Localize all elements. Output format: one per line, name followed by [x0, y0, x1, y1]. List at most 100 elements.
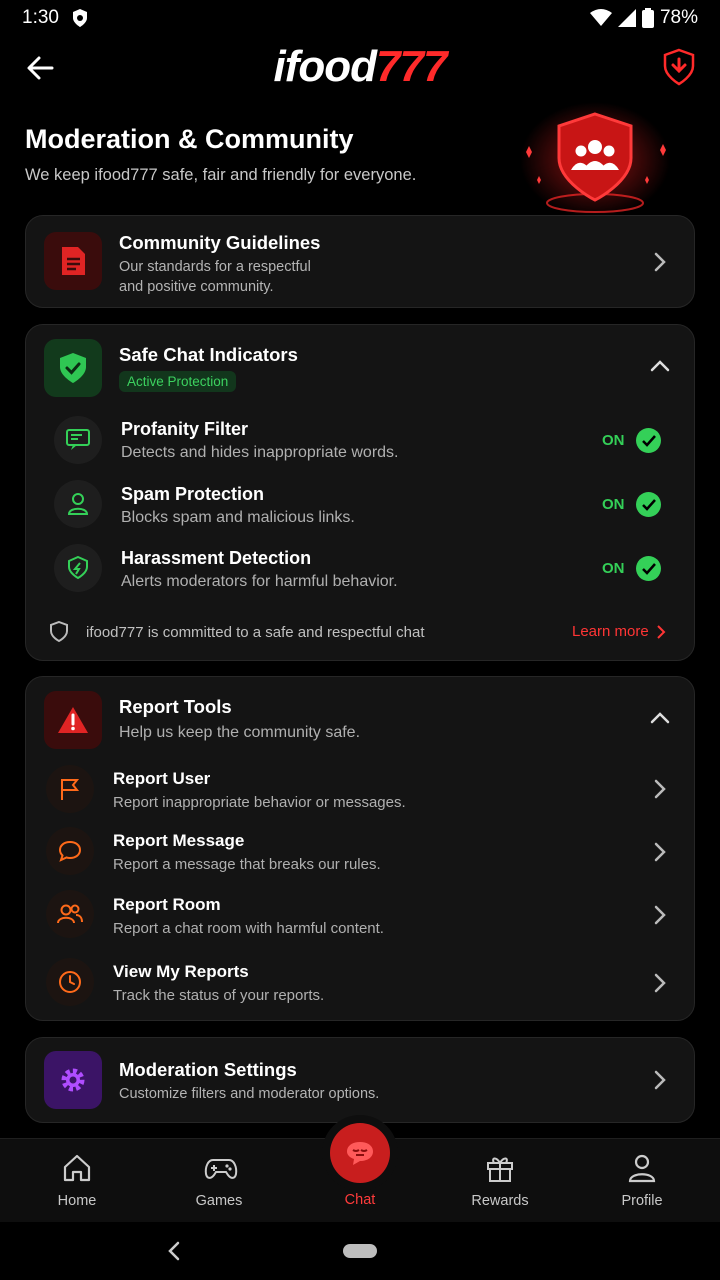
chevron-right-icon — [654, 779, 666, 799]
shield-bolt-icon — [68, 556, 88, 580]
learn-more-link[interactable]: Learn more — [572, 623, 667, 640]
chevron-right-icon — [654, 905, 666, 925]
report-item-title: Report User — [113, 769, 211, 788]
nav-home[interactable]: Home — [22, 1139, 132, 1223]
message-icon-wrap — [46, 827, 94, 875]
safe-chat-card: Safe Chat Indicators Active Protection P… — [25, 324, 695, 661]
safe-chat-icon-box — [44, 339, 102, 397]
moderation-settings-desc: Customize filters and moderator options. — [119, 1086, 380, 1102]
nav-profile[interactable]: Profile — [587, 1139, 697, 1223]
guidelines-desc-line1: Our standards for a respectful — [119, 259, 311, 275]
safe-item-desc: Detects and hides inappropriate words. — [121, 444, 399, 461]
clock-icon — [59, 971, 81, 993]
chevron-right-icon — [654, 973, 666, 993]
flag-icon-wrap — [46, 765, 94, 813]
user-icon — [67, 493, 89, 515]
guidelines-title: Community Guidelines — [119, 232, 321, 253]
community-guidelines-card[interactable]: Community Guidelines Our standards for a… — [25, 215, 695, 308]
chat-bubble-icon — [347, 1142, 373, 1165]
profanity-icon-wrap — [54, 416, 102, 464]
report-item-desc: Report a chat room with harmful content. — [113, 920, 384, 937]
battery-icon — [641, 8, 654, 28]
safe-item-title: Profanity Filter — [121, 419, 249, 439]
spam-icon-wrap — [54, 480, 102, 528]
nav-games-label: Games — [195, 1193, 243, 1209]
report-item-desc: Report inappropriate behavior or message… — [113, 794, 406, 811]
system-back-icon[interactable] — [165, 1240, 183, 1262]
users-icon-wrap — [46, 890, 94, 938]
chevron-right-icon — [654, 252, 666, 272]
nav-home-label: Home — [57, 1193, 97, 1209]
nav-rewards[interactable]: Rewards — [445, 1139, 555, 1223]
page-title: Moderation & Community — [25, 124, 354, 154]
app-logo: ifood777 — [273, 42, 448, 91]
safe-item-title: Spam Protection — [121, 484, 265, 504]
chat-filter-icon — [66, 429, 90, 450]
chevron-right-icon — [654, 1070, 666, 1090]
document-icon — [62, 247, 85, 275]
safe-item-status: ON — [602, 496, 625, 513]
report-tools-subtitle: Help us keep the community safe. — [119, 724, 361, 741]
profile-icon — [628, 1154, 656, 1183]
shield-check-icon — [60, 353, 86, 383]
moderation-settings-card[interactable]: Moderation Settings Customize filters an… — [25, 1037, 695, 1123]
report-item-desc: Track the status of your reports. — [113, 987, 325, 1004]
system-nav-bar — [0, 1222, 720, 1280]
check-circle-icon — [636, 556, 661, 581]
users-icon — [57, 904, 83, 924]
status-time: 1:30 — [22, 7, 59, 28]
harassment-icon-wrap — [54, 544, 102, 592]
home-icon — [63, 1154, 91, 1182]
report-item-title: View My Reports — [113, 962, 249, 981]
nav-chat-label[interactable]: Chat — [305, 1192, 415, 1208]
battery-percent: 78% — [659, 7, 698, 28]
nav-profile-label: Profile — [621, 1193, 663, 1209]
report-user-row[interactable]: Report User Report inappropriate behavio… — [26, 757, 696, 819]
gamepad-icon — [204, 1159, 238, 1179]
active-protection-badge: Active Protection — [119, 371, 237, 392]
check-circle-icon — [636, 428, 661, 453]
settings-icon-box — [44, 1051, 102, 1109]
report-room-row[interactable]: Report Room Report a chat room with harm… — [26, 883, 696, 945]
report-icon-box — [44, 691, 102, 749]
home-pill[interactable] — [343, 1244, 377, 1258]
guidelines-desc-line2: and positive community. — [119, 279, 274, 295]
guidelines-icon-box — [44, 232, 102, 290]
report-tools-title: Report Tools — [119, 696, 232, 717]
chevron-right-icon — [654, 842, 666, 862]
nav-rewards-label: Rewards — [471, 1193, 529, 1209]
nav-chat-button[interactable] — [330, 1123, 390, 1183]
safe-item-desc: Alerts moderators for harmful behavior. — [121, 573, 398, 590]
chevron-up-icon[interactable] — [650, 356, 670, 376]
message-bubble-icon — [58, 840, 82, 862]
nav-games[interactable]: Games — [164, 1139, 274, 1223]
report-item-title: Report Message — [113, 831, 245, 850]
check-circle-icon — [636, 492, 661, 517]
clock-icon-wrap — [46, 958, 94, 1006]
page-subtitle: We keep ifood777 safe, fair and friendly… — [25, 166, 417, 184]
community-shield-icon — [520, 102, 670, 218]
signal-icon — [617, 9, 636, 27]
report-message-row[interactable]: Report Message Report a message that bre… — [26, 820, 696, 882]
gift-icon — [487, 1157, 513, 1182]
status-bar: 1:30 78% — [0, 0, 720, 36]
learn-more-label: Learn more — [572, 623, 649, 640]
view-my-reports-row[interactable]: View My Reports Track the status of your… — [26, 949, 696, 1013]
shield-status-icon — [72, 9, 87, 27]
app-header: ifood777 — [0, 36, 720, 100]
flag-icon — [61, 779, 80, 800]
safe-item-title: Harassment Detection — [121, 548, 312, 568]
commitment-text: ifood777 is committed to a safe and resp… — [86, 624, 425, 641]
safe-item-desc: Blocks spam and malicious links. — [121, 509, 355, 526]
warning-icon — [58, 707, 88, 733]
report-tools-card: Report Tools Help us keep the community … — [25, 676, 695, 1021]
wifi-icon — [589, 9, 612, 26]
chevron-right-red-icon — [657, 624, 666, 639]
safe-item-status: ON — [602, 432, 625, 449]
safe-item-status: ON — [602, 560, 625, 577]
gear-icon — [61, 1068, 85, 1092]
shield-alert-icon[interactable] — [662, 48, 696, 86]
moderation-settings-title: Moderation Settings — [119, 1059, 297, 1080]
report-item-title: Report Room — [113, 895, 221, 914]
chevron-up-icon[interactable] — [650, 708, 670, 728]
